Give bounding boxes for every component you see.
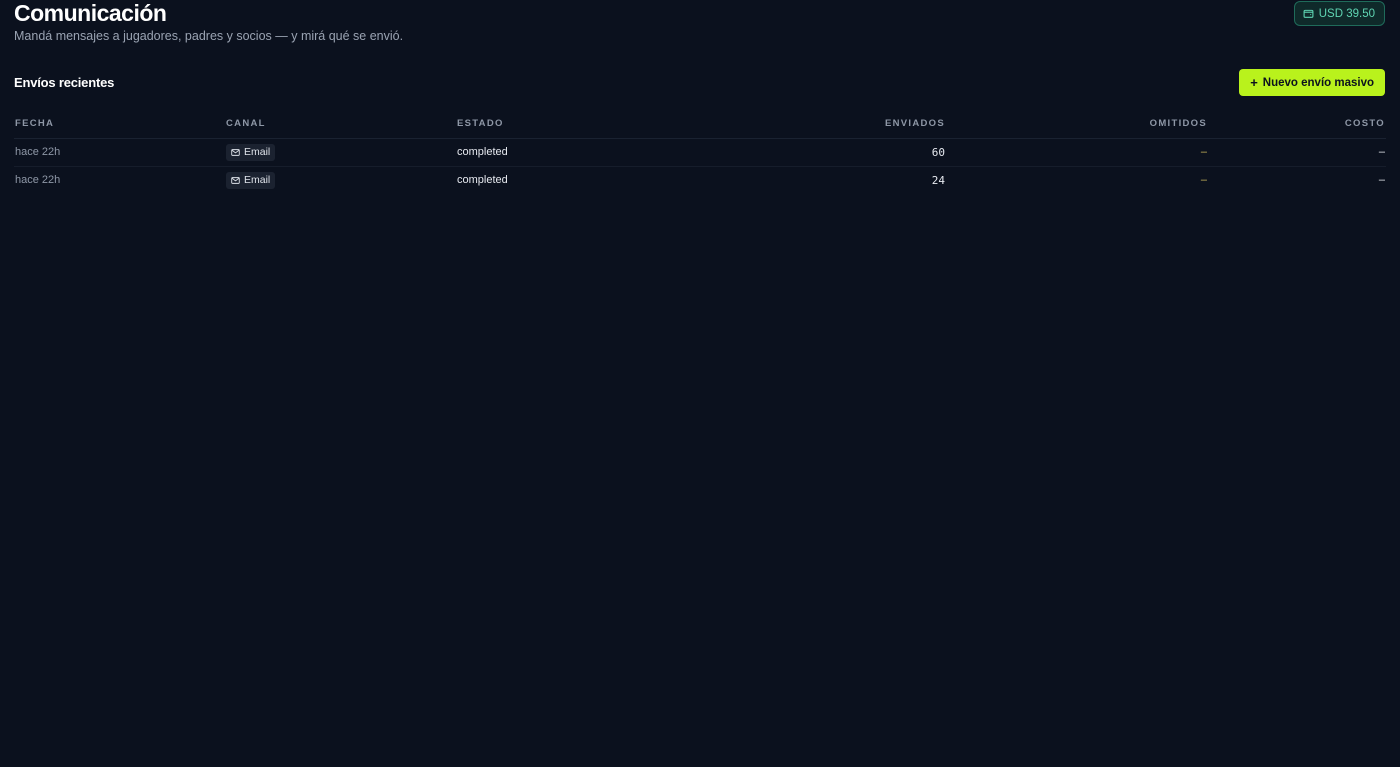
channel-badge: Email xyxy=(226,171,276,189)
table-header-row: FECHA CANAL ESTADO ENVIADOS OMITIDOS COS… xyxy=(14,110,1386,139)
date-cell: hace 22h xyxy=(14,138,225,167)
table-row[interactable]: hace 22h Email completed 24 – – xyxy=(14,166,1386,194)
cost-cell: – xyxy=(1208,138,1386,167)
channel-label: Email xyxy=(244,174,271,187)
column-header-enviados[interactable]: ENVIADOS xyxy=(753,110,946,139)
cost-cell: – xyxy=(1378,174,1385,187)
mail-icon xyxy=(231,148,240,157)
omitted-count-cell: – xyxy=(1200,174,1207,187)
column-header-costo[interactable]: COSTO xyxy=(1208,110,1386,139)
channel-cell: Email xyxy=(225,166,456,194)
sent-count-cell: 24 xyxy=(931,173,945,187)
date-cell: hace 22h xyxy=(15,174,61,187)
page-title: Comunicación xyxy=(14,0,167,26)
page-subtitle: Mandá mensajes a jugadores, padres y soc… xyxy=(14,29,404,43)
recent-sends-table: FECHA CANAL ESTADO ENVIADOS OMITIDOS COS… xyxy=(14,110,1386,194)
status-cell: completed xyxy=(457,174,508,187)
column-header-omitidos[interactable]: OMITIDOS xyxy=(946,110,1208,139)
omitted-count-cell: – xyxy=(946,138,1208,167)
column-header-estado[interactable]: ESTADO xyxy=(456,110,753,139)
sent-count-cell: 60 xyxy=(753,138,946,167)
new-mass-send-button[interactable]: + Nuevo envío masivo xyxy=(1239,69,1385,96)
recent-sends-title: Envíos recientes xyxy=(14,75,115,90)
balance-amount: USD 39.50 xyxy=(1318,7,1375,20)
wallet-icon xyxy=(1303,8,1314,19)
new-mass-send-label: Nuevo envío masivo xyxy=(1262,76,1374,89)
plus-icon: + xyxy=(1250,75,1258,90)
column-header-canal[interactable]: CANAL xyxy=(225,110,456,139)
channel-cell: Email xyxy=(225,138,456,167)
balance-badge[interactable]: USD 39.50 xyxy=(1293,1,1385,26)
mail-icon xyxy=(231,176,240,185)
column-header-fecha[interactable]: FECHA xyxy=(14,110,225,139)
table-row[interactable]: hace 22h Email completed 60 – – xyxy=(14,138,1386,167)
status-cell: completed xyxy=(456,138,753,167)
communication-page: Comunicación Mandá mensajes a jugadores,… xyxy=(0,0,1400,767)
channel-badge: Email xyxy=(226,143,276,161)
channel-label: Email xyxy=(244,146,271,158)
